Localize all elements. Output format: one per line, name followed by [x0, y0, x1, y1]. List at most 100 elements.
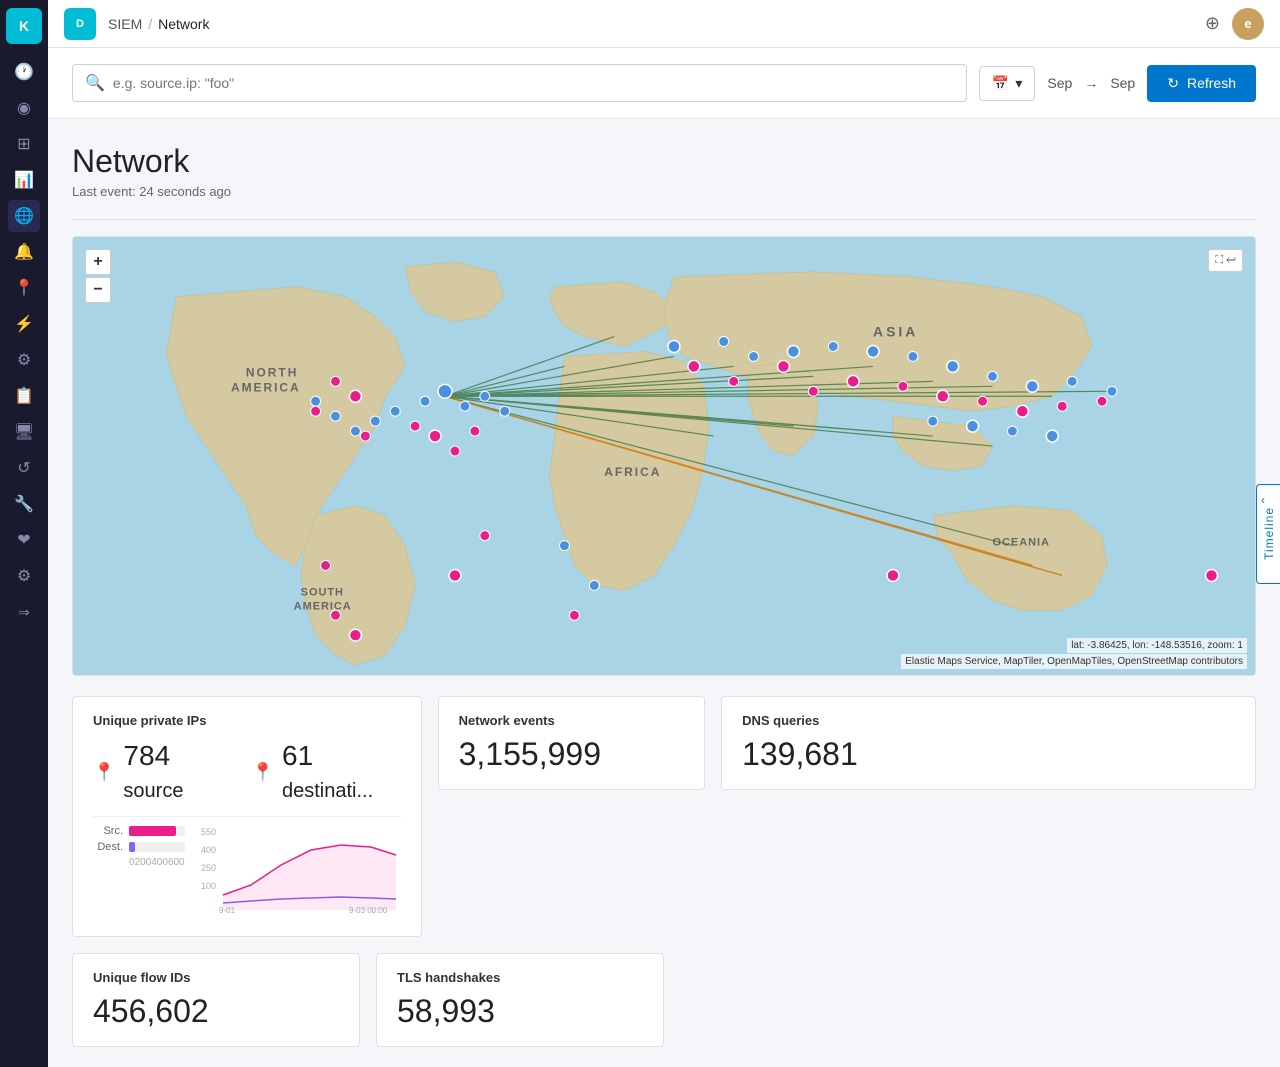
tls-label: TLS handshakes: [397, 970, 643, 985]
refresh-button[interactable]: ↻ Refresh: [1147, 65, 1256, 102]
sidebar-item-dashboard[interactable]: ⊞: [8, 128, 40, 160]
unique-ips-label: Unique private IPs: [93, 713, 401, 728]
sidebar-item-health[interactable]: ❤: [8, 524, 40, 556]
unique-flow-label: Unique flow IDs: [93, 970, 339, 985]
map-coordinates: lat: -3.86425, lon: -148.53516, zoom: 1: [1067, 638, 1247, 653]
refresh-icon: ↻: [1167, 75, 1179, 92]
svg-text:550: 550: [201, 827, 216, 837]
network-events-label: Network events: [459, 713, 684, 728]
page-title: Network: [72, 143, 1256, 180]
dest-ip-icon: 📍: [252, 762, 274, 783]
stats-row-1: Network events 3,155,999 DNS queries 139…: [72, 696, 1256, 937]
unique-flow-ids-card: Unique flow IDs 456,602: [72, 953, 360, 1047]
svg-text:9-03 00:00: 9-03 00:00: [349, 906, 388, 915]
sidebar-item-overview[interactable]: ◉: [8, 92, 40, 124]
content-area: 🔍 📅 ▾ Sep → Sep ↻ Refresh Network Last e…: [48, 48, 1280, 1067]
dest-ip-stat: 📍 61 destinati...: [252, 740, 401, 804]
sidebar-collapse-arrow[interactable]: ⇒: [18, 604, 30, 621]
breadcrumb-current: Network: [158, 16, 209, 32]
map-attribution: Elastic Maps Service, MapTiler, OpenMapT…: [901, 654, 1247, 669]
network-events-value: 3,155,999: [459, 736, 684, 773]
date-end: Sep: [1110, 75, 1135, 91]
sidebar-item-network[interactable]: 🌐: [8, 200, 40, 232]
last-event-text: Last event: 24 seconds ago: [72, 184, 1256, 199]
ip-divider: [93, 816, 401, 817]
help-icon[interactable]: ⊕: [1205, 13, 1220, 34]
sidebar-item-gear[interactable]: ⚙: [8, 344, 40, 376]
sidebar-item-tools[interactable]: 🔧: [8, 488, 40, 520]
unique-flow-value: 456,602: [93, 993, 339, 1030]
timeline-label: Timeline: [1262, 507, 1276, 560]
breadcrumb: SIEM / Network: [108, 16, 209, 32]
svg-text:NORTH: NORTH: [246, 365, 298, 379]
bar-axis: 0 200 400 600: [93, 857, 185, 868]
page-content: Network Last event: 24 seconds ago: [48, 119, 1280, 1067]
sidebar-item-cases[interactable]: 📋: [8, 380, 40, 412]
svg-text:250: 250: [201, 863, 216, 873]
source-ip-stat: 📍 784 source: [93, 740, 228, 804]
source-ip-icon: 📍: [93, 762, 115, 783]
svg-text:AFRICA: AFRICA: [604, 465, 661, 479]
sidebar-item-host[interactable]: 🖥: [8, 416, 40, 448]
search-input-wrap[interactable]: 🔍: [72, 64, 967, 102]
section-divider: [72, 219, 1256, 220]
timeline-chevron-icon: ‹: [1261, 493, 1265, 507]
search-icon: 🔍: [85, 73, 105, 93]
topbar-right: ⊕ e: [1205, 8, 1264, 40]
network-events-card: Network events 3,155,999: [438, 696, 705, 790]
sidebar-item-alerts[interactable]: 🔔: [8, 236, 40, 268]
line-chart-svg: 550 400 250 100 9: [201, 825, 401, 915]
breadcrumb-parent[interactable]: SIEM: [108, 16, 142, 32]
chevron-down-icon: ▾: [1015, 75, 1022, 92]
search-bar-area: 🔍 📅 ▾ Sep → Sep ↻ Refresh: [48, 48, 1280, 119]
filler-cell: [680, 953, 1256, 1047]
sidebar-item-analytics[interactable]: 📊: [8, 164, 40, 196]
expand-icon: ⛶ ↩: [1215, 254, 1236, 266]
dst-bar-fill: [129, 842, 135, 852]
svg-text:AMERICA: AMERICA: [231, 380, 301, 394]
world-map[interactable]: NORTH AMERICA ASIA AFRICA SOUTH AMERICA …: [72, 236, 1256, 676]
dst-bar-track: [129, 842, 185, 852]
stats-row-2: Unique flow IDs 456,602 TLS handshakes 5…: [72, 953, 1256, 1047]
bar-chart: Src. Dest.: [93, 825, 185, 920]
line-chart: 550 400 250 100 9: [201, 825, 401, 920]
timeline-tab[interactable]: ‹ Timeline: [1256, 484, 1280, 584]
svg-text:ASIA: ASIA: [873, 324, 918, 340]
sidebar-item-refresh[interactable]: ↺: [8, 452, 40, 484]
sidebar: K 🕐 ◉ ⊞ 📊 🌐 🔔 📍 ⚡ ⚙ 📋 🖥 ↺ 🔧 ❤ ⚙ ⇒: [0, 0, 48, 1067]
zoom-in-button[interactable]: +: [85, 249, 111, 275]
date-arrow: →: [1084, 75, 1098, 91]
topbar-logo: D: [64, 8, 96, 40]
map-expand-button[interactable]: ⛶ ↩: [1208, 249, 1243, 272]
unique-ips-card: Unique private IPs 📍 784 source 📍 61 des…: [72, 696, 422, 937]
sidebar-item-settings[interactable]: ⚙: [8, 560, 40, 592]
map-svg: NORTH AMERICA ASIA AFRICA SOUTH AMERICA …: [73, 237, 1255, 675]
date-start: Sep: [1047, 75, 1072, 91]
tls-handshakes-card: TLS handshakes 58,993: [376, 953, 664, 1047]
svg-text:AMERICA: AMERICA: [294, 600, 352, 612]
sidebar-logo[interactable]: K: [6, 8, 42, 44]
date-picker-button[interactable]: 📅 ▾: [979, 66, 1035, 101]
unique-ips-row: 📍 784 source 📍 61 destinati...: [93, 740, 401, 804]
bar-dst-row: Dest.: [93, 841, 185, 853]
source-ip-value: 784 source: [123, 740, 227, 804]
svg-text:100: 100: [201, 881, 216, 891]
topbar: D SIEM / Network ⊕ e: [48, 0, 1280, 48]
user-avatar[interactable]: e: [1232, 8, 1264, 40]
bar-src-row: Src.: [93, 825, 185, 837]
search-input[interactable]: [113, 75, 954, 91]
sidebar-item-rules[interactable]: ⚡: [8, 308, 40, 340]
src-bar-fill: [129, 826, 176, 836]
calendar-icon: 📅: [992, 75, 1009, 92]
main-area: D SIEM / Network ⊕ e 🔍 📅 ▾ Sep: [48, 0, 1280, 1067]
svg-text:SOUTH: SOUTH: [301, 586, 344, 598]
src-bar-track: [129, 826, 185, 836]
svg-text:9-01: 9-01: [219, 906, 236, 915]
dns-queries-label: DNS queries: [742, 713, 1235, 728]
zoom-out-button[interactable]: −: [85, 277, 111, 303]
breadcrumb-sep: /: [148, 16, 152, 32]
sidebar-item-time[interactable]: 🕐: [8, 56, 40, 88]
sidebar-item-map[interactable]: 📍: [8, 272, 40, 304]
svg-text:400: 400: [201, 845, 216, 855]
mini-chart: Src. Dest.: [93, 825, 401, 920]
